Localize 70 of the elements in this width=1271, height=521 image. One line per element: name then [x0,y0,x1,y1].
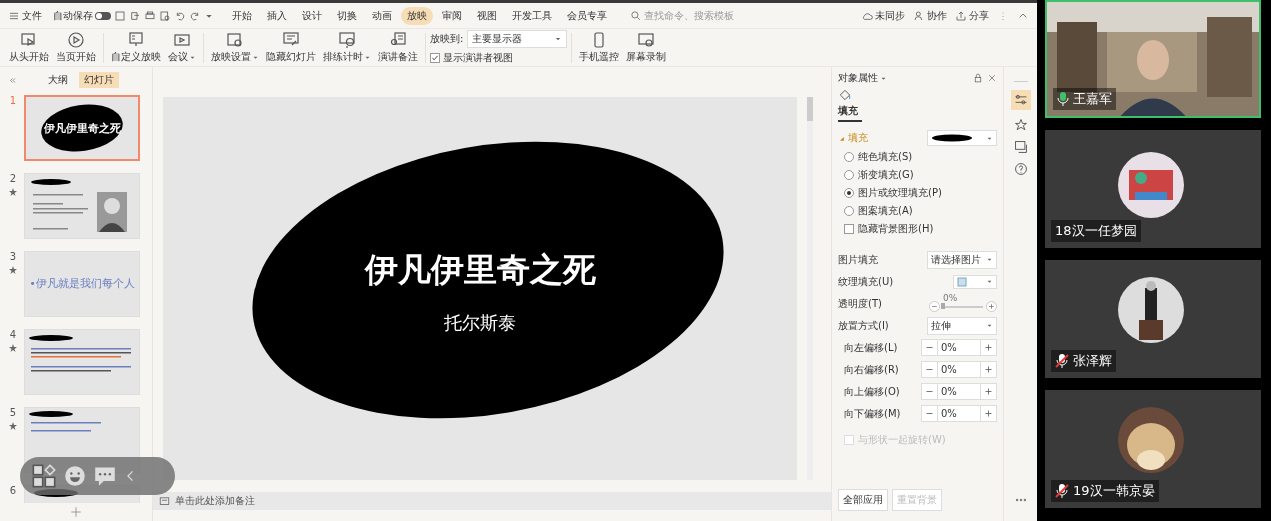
ribbon-button[interactable]: 演讲备注 [375,31,421,64]
fill-radio[interactable]: 渐变填充(G) [838,167,997,182]
field-label: 向上偏移(O) [844,384,900,399]
file-menu[interactable]: 文件 [8,8,42,23]
slide-subtitle: 托尔斯泰 [444,310,516,335]
slide-thumbnail[interactable]: 伊凡伊里奇之死 [24,95,140,161]
field-label: 图片填充 [838,252,878,267]
slide-number: 2 [9,173,17,184]
menu-tab[interactable]: 设计 [296,6,328,25]
ribbon-button[interactable]: 自定义放映 [108,31,164,64]
notes-field[interactable]: 单击此处添加备注 [175,494,255,508]
video-tile[interactable]: 王嘉军 [1045,0,1261,118]
offset-stepper[interactable]: 0% [921,383,997,400]
panel-tab[interactable]: 幻灯片 [79,72,119,88]
ribbon-button[interactable]: 排练计时 [320,31,374,64]
show-on-label: 放映到: [430,32,464,46]
field-label: 向左偏移(L) [844,340,898,355]
offset-stepper[interactable]: 0% [921,361,997,378]
field-label: 透明度(T) [838,296,882,311]
presenter-view-checkbox[interactable]: 显示演讲者视图 [430,51,568,65]
toolbar-action[interactable]: 未同步 [861,8,905,23]
fill-radio[interactable]: 图案填充(A) [838,203,997,218]
participant-name: 王嘉军 [1073,90,1112,108]
ribbon-button[interactable]: 放映设置 [208,31,262,64]
menu-tab[interactable]: 插入 [261,6,293,25]
ribbon-button[interactable]: 屏幕录制 [623,31,670,64]
slide-title: 伊凡伊里奇之死 [364,248,596,291]
ribbon-button[interactable]: 当页开始 [53,31,99,64]
slide-text: •伊凡就是我们每个人 [29,277,135,291]
ribbon-button[interactable]: 手机遥控 [576,31,623,64]
placement-select[interactable]: 拉伸 [927,316,997,335]
menu-tab[interactable]: 动画 [366,6,398,25]
slide-title: 伊凡伊里奇之死 [43,120,121,136]
panel-tab[interactable]: 大纲 [43,72,73,88]
picture-select[interactable]: 请选择图片 [927,250,997,269]
menu-tab[interactable]: 视图 [471,6,503,25]
field-label: 放置方式(I) [838,318,889,333]
menu-tab[interactable]: 开发工具 [506,6,558,25]
participant-name: 张泽辉 [1073,352,1112,370]
offset-stepper[interactable]: 0% [921,405,997,422]
ribbon-button[interactable]: 从头开始 [6,31,52,64]
ribbon-button[interactable]: 会议 [165,31,199,64]
slide-number: 3 [9,251,17,262]
hide-background-checkbox[interactable]: 隐藏背景图形(H) [838,221,997,236]
slide-number: 4 [9,329,17,340]
menu-tab[interactable]: 放映 [401,6,433,25]
display-select[interactable]: 主要显示器 [467,30,568,48]
slider-reading: 0% [943,292,958,303]
ribbon-button[interactable]: 隐藏幻灯片 [263,31,319,64]
toolbar-action[interactable]: 协作 [913,8,947,23]
fill-radio[interactable]: 纯色填充(S) [838,149,997,164]
fill-tab[interactable]: 填充 [838,88,862,122]
field-label: 纹理填充(U) [838,274,894,289]
participant-name: 19汉一韩京晏 [1073,482,1155,500]
autosave-toggle[interactable]: 自动保存 [53,8,111,23]
participant-name: 18汉一任梦园 [1055,222,1137,240]
menu-tab[interactable]: 会员专享 [561,6,613,25]
slide-number: 5 [9,407,17,418]
menu-tab[interactable]: 审阅 [436,6,468,25]
menu-tab[interactable]: 开始 [226,6,258,25]
field-label: 向右偏移(R) [844,362,899,377]
slide-number: 6 [9,485,17,496]
panel-title[interactable]: 对象属性 [838,71,887,85]
panel-button[interactable]: 全部应用 [838,489,888,511]
menu-tab[interactable]: 切换 [331,6,363,25]
slide-number: 1 [9,95,17,106]
fill-radio[interactable]: 图片或纹理填充(P) [838,185,997,200]
toolbar-action[interactable]: 分享 [955,8,989,23]
field-label: 向下偏移(M) [844,406,901,421]
offset-stepper[interactable]: 0% [921,339,997,356]
